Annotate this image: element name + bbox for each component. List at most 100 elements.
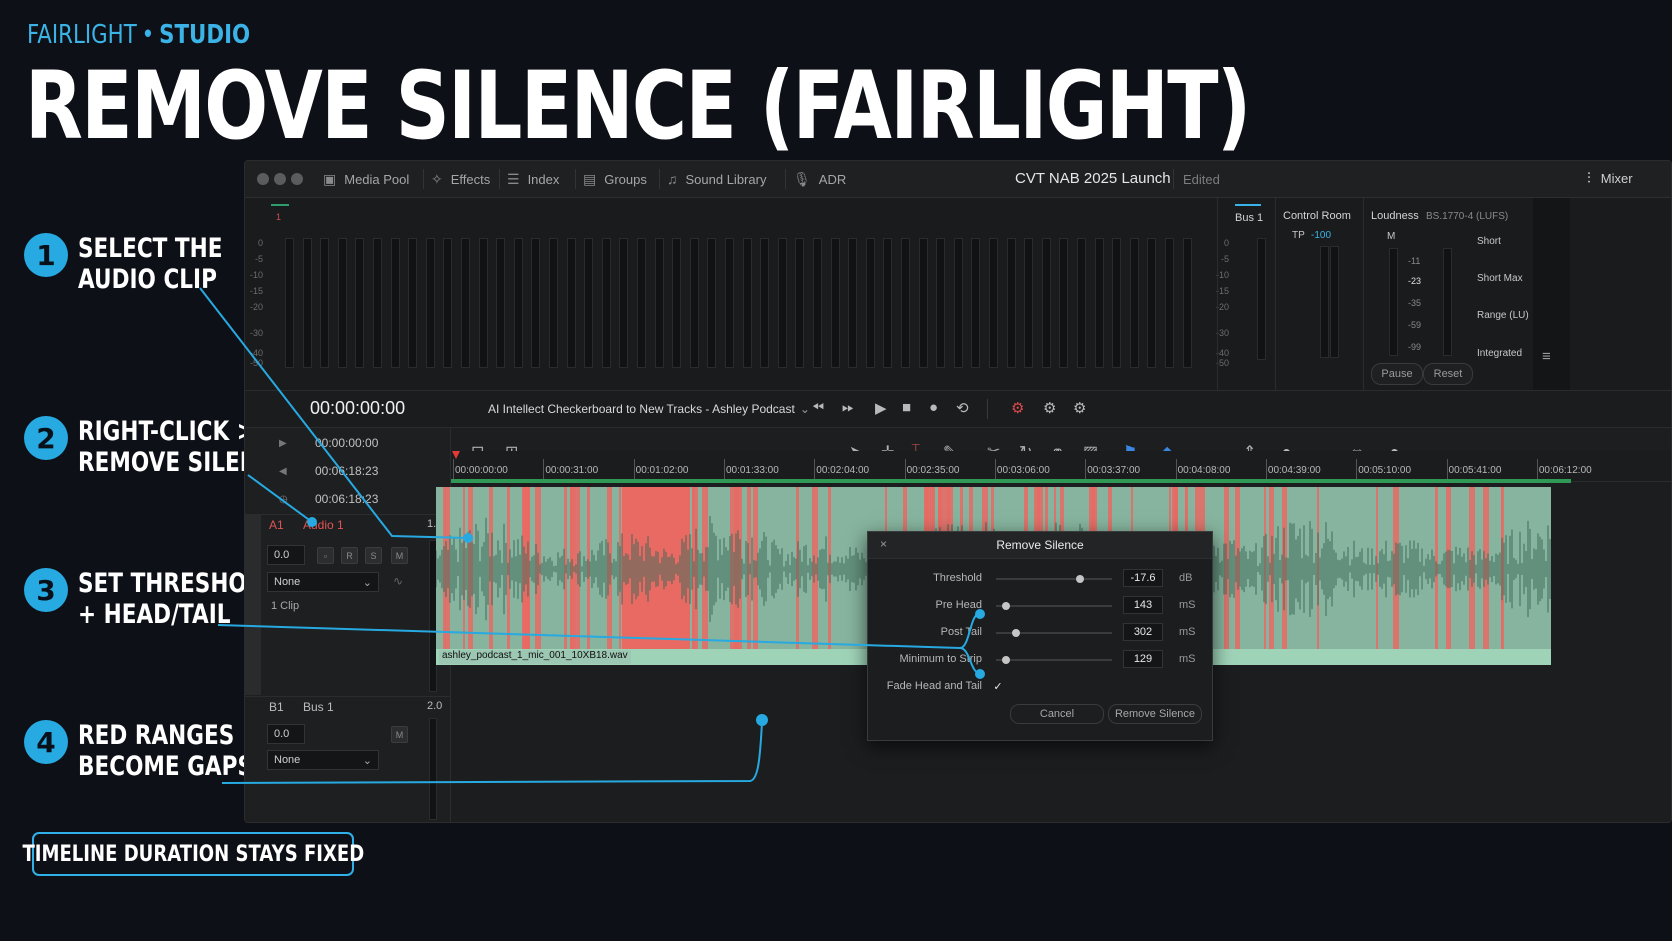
track-a1-name[interactable]: Audio 1 bbox=[303, 518, 344, 532]
min-strip-slider[interactable] bbox=[996, 656, 1112, 664]
post-tail-input[interactable]: 302 bbox=[1123, 623, 1163, 641]
mixer-button[interactable]: ⫶ Mixer bbox=[1587, 170, 1633, 187]
ruler-label: 00:03:37:00 bbox=[1087, 465, 1141, 476]
pre-head-slider[interactable] bbox=[996, 602, 1112, 610]
track-a1-lock-icon[interactable]: ▫ bbox=[317, 547, 334, 564]
meter-scale-label: 0 bbox=[257, 238, 263, 248]
automation-icon[interactable]: ⚙ bbox=[1011, 399, 1024, 417]
waveform-toggle-icon[interactable]: ∿ bbox=[393, 574, 403, 588]
transport-divider bbox=[987, 399, 988, 419]
min-strip-input[interactable]: 129 bbox=[1123, 650, 1163, 668]
channel-meter bbox=[989, 238, 998, 368]
track-b1-volume[interactable]: 0.0 bbox=[267, 724, 305, 744]
meter-scale-label: -15 bbox=[1215, 286, 1229, 296]
track-a1-mute-button[interactable]: M bbox=[391, 547, 408, 564]
toolbar-groups[interactable]: ▤ Groups bbox=[583, 171, 647, 188]
step-text: SELECT THE AUDIO CLIP bbox=[78, 233, 223, 295]
channel-meter bbox=[461, 238, 470, 368]
channel-meter bbox=[531, 238, 541, 368]
channel-meter bbox=[795, 238, 805, 368]
track-b1-mute-button[interactable]: M bbox=[391, 726, 408, 743]
window-minimize-dot[interactable] bbox=[274, 173, 286, 185]
stop-icon[interactable]: ■ bbox=[902, 399, 911, 416]
select-value: None bbox=[274, 576, 301, 588]
meter-scale-label: -40 bbox=[249, 348, 263, 358]
play-icon[interactable]: ▶ bbox=[875, 399, 887, 417]
channel-meter bbox=[1024, 238, 1034, 368]
pre-head-input[interactable]: 143 bbox=[1123, 596, 1163, 614]
channel-meter bbox=[1112, 238, 1122, 368]
remove-silence-dialog: × Remove Silence Threshold -17.6 dB Pre … bbox=[867, 531, 1213, 741]
track-b1-name[interactable]: Bus 1 bbox=[303, 700, 334, 714]
go-to-end-icon[interactable]: ◀ bbox=[279, 466, 287, 477]
channel-meter bbox=[637, 238, 646, 368]
window-close-dot[interactable] bbox=[257, 173, 269, 185]
ruler-label: 00:04:39:00 bbox=[1267, 465, 1321, 476]
toolbar-index[interactable]: ☰ Index bbox=[507, 171, 559, 188]
meter-scale-label: -20 bbox=[249, 302, 263, 312]
media-pool-icon: ▣ bbox=[323, 171, 337, 187]
toolbar-media-pool[interactable]: ▣ Media Pool bbox=[323, 171, 409, 188]
ruler-tick bbox=[1356, 459, 1358, 479]
groups-icon: ▤ bbox=[583, 171, 597, 187]
toolbar-divider bbox=[575, 169, 576, 189]
silence-range bbox=[522, 487, 528, 649]
bus-settings-icon[interactable]: ⚙ bbox=[1043, 399, 1056, 417]
meter-scale-label: -10 bbox=[249, 270, 263, 280]
timeline-ruler[interactable]: 00:00:00:00 00:00:31:00 00:01:02:00 00:01:3… bbox=[451, 451, 1671, 483]
toolbar-label: Groups bbox=[604, 172, 647, 187]
toolbar-adr[interactable]: 🎙︎ ADR bbox=[793, 171, 846, 188]
threshold-input[interactable]: -17.6 bbox=[1123, 569, 1163, 587]
meter-scale-label: -30 bbox=[1215, 328, 1229, 338]
remove-silence-button[interactable]: Remove Silence bbox=[1108, 704, 1202, 724]
post-tail-label: Post Tail bbox=[940, 626, 982, 638]
ruler-label: 00:00:00:00 bbox=[455, 465, 508, 476]
window-zoom-dot[interactable] bbox=[291, 173, 303, 185]
toolbar-effects[interactable]: ✧ Effects bbox=[431, 171, 490, 188]
ruler-label: 00:02:35:00 bbox=[906, 465, 960, 476]
go-to-start-icon[interactable]: ▶ bbox=[279, 438, 287, 449]
channel-meter bbox=[373, 238, 382, 368]
fx-settings-icon[interactable]: ⚙ bbox=[1073, 399, 1086, 417]
track-b1-input-select[interactable]: None ⌄ bbox=[267, 750, 379, 770]
slider-knob[interactable] bbox=[1002, 602, 1011, 610]
track-meter-indicator bbox=[271, 204, 289, 206]
bus-meter bbox=[1257, 238, 1266, 360]
track-a1-solo-button[interactable]: S bbox=[365, 547, 382, 564]
record-icon[interactable]: ● bbox=[929, 399, 938, 416]
slider-knob[interactable] bbox=[1012, 629, 1021, 637]
track-a1-input-select[interactable]: None ⌄ bbox=[267, 572, 379, 592]
playhead-icon[interactable] bbox=[452, 451, 460, 459]
settings-sliders-icon[interactable]: ≡ bbox=[1542, 348, 1551, 365]
page-title: REMOVE SILENCE (FAIRLIGHT) bbox=[25, 52, 1251, 161]
track-a1-volume[interactable]: 0.0 bbox=[267, 545, 305, 565]
slider-knob[interactable] bbox=[1002, 656, 1011, 664]
loudness-short-max: Short Max bbox=[1477, 273, 1523, 284]
fade-checkbox[interactable]: ✓ bbox=[992, 680, 1004, 693]
brand-dot: • bbox=[141, 20, 155, 50]
loop-icon[interactable]: ⟲ bbox=[956, 399, 969, 417]
toolbar-divider bbox=[1173, 169, 1174, 189]
loudness-scale: -99 bbox=[1408, 342, 1422, 352]
cancel-button[interactable]: Cancel bbox=[1010, 704, 1104, 724]
loudness-reset-button[interactable]: Reset bbox=[1423, 363, 1473, 385]
toolbar-sound-library[interactable]: ♫ Sound Library bbox=[667, 171, 766, 187]
slider-knob[interactable] bbox=[1075, 575, 1084, 583]
threshold-slider[interactable] bbox=[996, 575, 1112, 583]
meter-scale-label: -50 bbox=[1215, 358, 1229, 368]
ruler-tick bbox=[904, 459, 906, 479]
channel-meter bbox=[390, 238, 400, 368]
bus-label: Bus 1 bbox=[1235, 212, 1264, 224]
channel-meter bbox=[285, 238, 294, 368]
post-tail-slider[interactable] bbox=[996, 629, 1112, 637]
meter-scale-label: -10 bbox=[1215, 270, 1229, 280]
track-a1-record-button[interactable]: R bbox=[341, 547, 358, 564]
channel-meter bbox=[672, 238, 682, 368]
ruler-tick bbox=[1085, 459, 1087, 479]
threshold-label: Threshold bbox=[933, 572, 982, 584]
loudness-pause-button[interactable]: Pause bbox=[1371, 363, 1423, 385]
bus-indicator bbox=[1235, 204, 1261, 206]
rewind-icon[interactable]: ⏪︎ bbox=[812, 399, 824, 416]
fast-forward-icon[interactable]: ⏩︎ bbox=[842, 399, 854, 416]
timeline-selector[interactable]: AI Intellect Checkerboard to New Tracks … bbox=[488, 402, 810, 416]
